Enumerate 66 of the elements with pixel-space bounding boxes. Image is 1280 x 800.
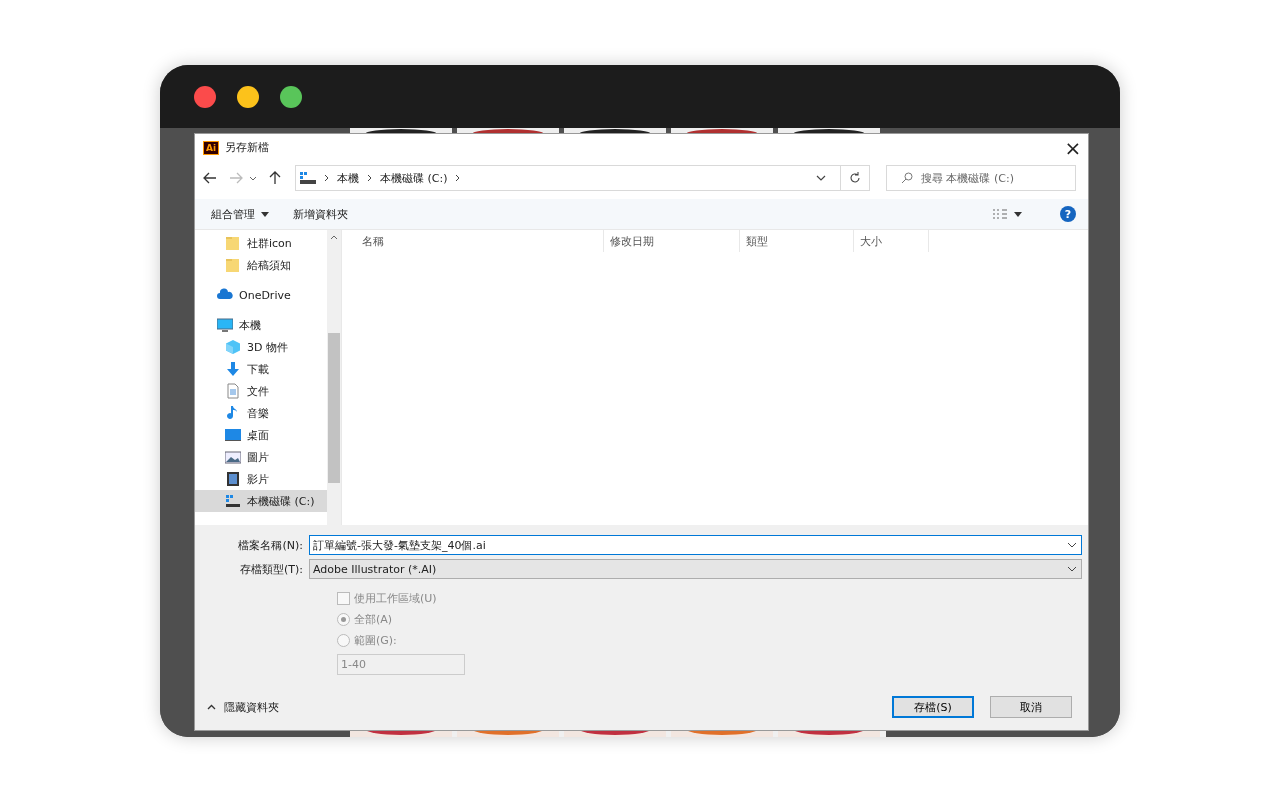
save-button[interactable]: 存檔(S): [892, 696, 974, 718]
chevron-down-icon: [1067, 542, 1077, 548]
desktop-icon: [225, 427, 241, 443]
nav-item[interactable]: 給稿須知: [195, 254, 327, 276]
search-icon: [901, 172, 913, 184]
chevron-down-icon[interactable]: [816, 175, 826, 181]
nav-item[interactable]: 圖片: [195, 446, 327, 468]
cancel-button[interactable]: 取消: [990, 696, 1072, 718]
breadcrumb[interactable]: 本機磁碟 (C:): [380, 170, 448, 186]
dialog-title: 另存新檔: [225, 140, 270, 155]
caret-icon: [1014, 211, 1022, 217]
app-icon: Ai: [203, 140, 220, 155]
nav-item[interactable]: 社群icon: [195, 232, 327, 254]
file-type-label: 存檔類型(T):: [239, 561, 303, 577]
column-header[interactable]: 類型: [740, 230, 854, 252]
chevron-down-icon: [1067, 566, 1077, 572]
chevron-up-icon: [207, 704, 216, 710]
folder-icon: [225, 257, 241, 273]
cube-icon: [225, 339, 241, 355]
chevron-down-icon[interactable]: [249, 175, 257, 181]
folder-icon: [225, 235, 241, 251]
nav-item[interactable]: 3D 物件: [195, 336, 327, 358]
chevron-right-icon: [324, 174, 329, 182]
details-view-icon: [992, 209, 1008, 219]
image-icon: [225, 449, 241, 465]
option-label: 使用工作區域(U): [354, 591, 437, 606]
maximize-window-button[interactable]: [280, 85, 302, 108]
refresh-icon: [849, 172, 861, 184]
scroll-up-icon: [330, 235, 338, 240]
chevron-right-icon: [367, 174, 372, 182]
computer-icon: [300, 172, 316, 184]
nav-item[interactable]: 音樂: [195, 402, 327, 424]
hide-folders-button[interactable]: 隱藏資料夾: [195, 698, 285, 716]
column-header[interactable]: 名稱: [342, 230, 604, 252]
option-label: 範圍(G):: [354, 633, 397, 648]
file-name-field[interactable]: 訂單編號-張大發-氣墊支架_40個.ai: [309, 535, 1082, 555]
pc-icon: [217, 317, 233, 333]
file-type-dropdown[interactable]: Adobe Illustrator (*.AI): [309, 559, 1082, 579]
address-bar[interactable]: 本機 本機磁碟 (C:): [295, 165, 870, 191]
chevron-right-icon: [455, 174, 461, 182]
video-icon: [225, 471, 241, 487]
nav-item[interactable]: OneDrive: [195, 284, 327, 306]
column-header[interactable]: 修改日期: [604, 230, 740, 252]
file-name-label: 檔案名稱(N):: [237, 537, 303, 553]
column-header[interactable]: 大小: [854, 230, 929, 252]
caret-icon: [261, 211, 269, 217]
nav-item[interactable]: 桌面: [195, 424, 327, 446]
drive-icon: [225, 493, 241, 509]
close-window-button[interactable]: [194, 85, 216, 108]
nav-item[interactable]: 本機磁碟 (C:): [195, 490, 327, 512]
search-field[interactable]: 搜尋 本機磁碟 (C:): [886, 165, 1076, 191]
document-icon: [225, 383, 241, 399]
back-icon[interactable]: [203, 172, 217, 184]
nav-item[interactable]: 本機: [195, 314, 327, 336]
minimize-window-button[interactable]: [237, 85, 259, 108]
nav-item[interactable]: 文件: [195, 380, 327, 402]
up-arrow-icon[interactable]: [269, 171, 281, 185]
nav-item[interactable]: 影片: [195, 468, 327, 490]
download-icon: [225, 361, 241, 377]
nav-item[interactable]: 下載: [195, 358, 327, 380]
option-label: 全部(A): [354, 612, 393, 627]
new-folder-button[interactable]: 新增資料夾: [287, 204, 354, 224]
breadcrumb[interactable]: 本機: [337, 170, 359, 186]
close-button[interactable]: ×: [1058, 134, 1088, 161]
help-button[interactable]: ?: [1060, 206, 1076, 222]
organize-button[interactable]: 組合管理: [205, 204, 275, 224]
